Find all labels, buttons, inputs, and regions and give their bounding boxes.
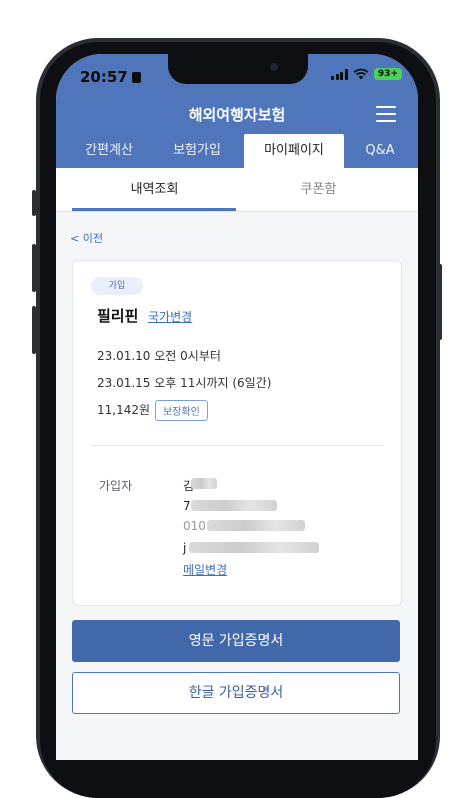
tab-mypage[interactable]: 마이페이지 xyxy=(244,134,344,168)
main-content: < 이전 가입 필리핀 국가변경 23.01.10 오전 0시부터 23.01.… xyxy=(56,212,418,760)
korean-certificate-button[interactable]: 한글 가입증명서 xyxy=(72,672,400,714)
orientation-lock-icon xyxy=(131,72,141,83)
coverage-start: 23.01.10 오전 0시부터 xyxy=(97,349,221,363)
coverage-check-button[interactable]: 보장확인 xyxy=(155,400,208,421)
english-certificate-button[interactable]: 영문 가입증명서 xyxy=(72,620,400,662)
tab-subscribe[interactable]: 보험가입 xyxy=(158,134,236,168)
status-time: 20:57 xyxy=(80,68,141,86)
battery-level: 93 xyxy=(377,69,391,79)
signal-icon xyxy=(331,68,348,80)
subscriber-label: 가입자 xyxy=(99,479,133,493)
sub-tabs: 내역조회 쿠폰함 xyxy=(56,168,418,212)
app-header: 20:57 93+ 해외여행자보험 간편계산 보험가입 마이페이지 Q&A xyxy=(56,54,418,168)
subscriber-dob: 7 xyxy=(183,499,191,513)
app-title: 해외여행자보험 xyxy=(188,106,286,124)
subtab-coupon[interactable]: 쿠폰함 xyxy=(228,168,409,211)
back-link[interactable]: < 이전 xyxy=(70,230,103,246)
notch xyxy=(168,54,308,84)
wifi-icon xyxy=(353,68,369,80)
change-country-link[interactable]: 국가변경 xyxy=(148,308,192,325)
change-email-link[interactable]: 메일변경 xyxy=(183,561,227,578)
status-time-text: 20:57 xyxy=(80,68,128,86)
tab-qna[interactable]: Q&A xyxy=(352,134,408,168)
divider xyxy=(91,445,383,446)
front-camera xyxy=(270,63,278,71)
battery-icon: 93+ xyxy=(373,68,402,80)
hamburger-menu-icon[interactable] xyxy=(376,106,396,122)
redacted-name xyxy=(191,478,217,489)
redacted-email xyxy=(189,542,319,553)
tab-quick-calc[interactable]: 간편계산 xyxy=(70,134,148,168)
premium-price: 11,142원 xyxy=(97,403,151,417)
redacted-phone xyxy=(207,520,305,531)
status-icons: 93+ xyxy=(331,68,402,80)
subscriber-phone: 010 xyxy=(183,519,206,533)
policy-card: 가입 필리핀 국가변경 23.01.10 오전 0시부터 23.01.15 오후… xyxy=(72,260,402,606)
redacted-dob xyxy=(191,500,277,511)
coverage-end: 23.01.15 오후 11시까지 (6일간) xyxy=(97,376,272,390)
active-subtab-underline xyxy=(72,208,236,211)
main-nav: 간편계산 보험가입 마이페이지 Q&A xyxy=(56,134,418,168)
status-badge: 가입 xyxy=(91,277,143,295)
phone-screen: 20:57 93+ 해외여행자보험 간편계산 보험가입 마이페이지 Q&A 내역… xyxy=(56,54,418,760)
subtab-history[interactable]: 내역조회 xyxy=(64,168,245,211)
subscriber-email: j xyxy=(183,541,187,555)
country-name: 필리핀 xyxy=(97,307,139,325)
